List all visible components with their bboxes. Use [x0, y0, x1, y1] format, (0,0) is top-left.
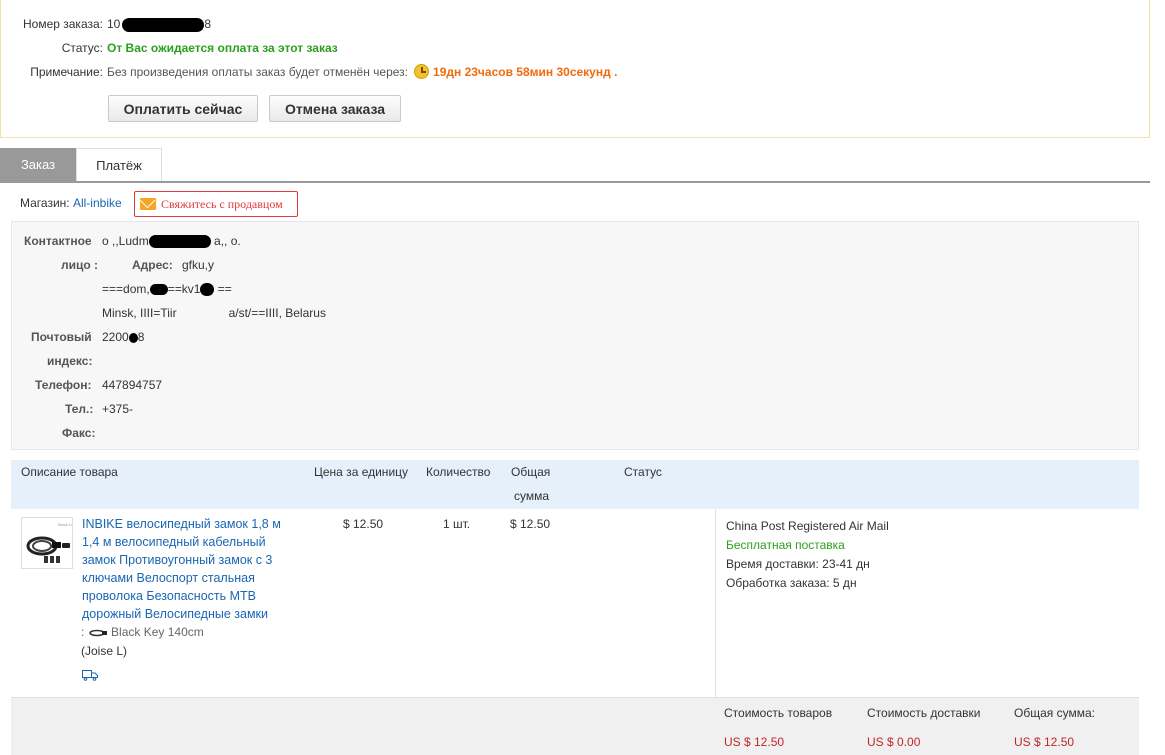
address-line-2-a: ===dom, [102, 282, 150, 296]
product-title-link[interactable]: INBIKE велосипедный замок 1,8 м 1,4 м ве… [82, 515, 297, 623]
contact-seller-label: Свяжитесь с продавцом [161, 196, 283, 211]
address-label: Адрес: [132, 258, 173, 272]
redaction-mark [149, 284, 168, 296]
processing-time: Обработка заказа: 5 дн [726, 576, 857, 590]
truck-icon[interactable] [82, 670, 98, 681]
postal-label: Почтовый [31, 330, 92, 344]
product-sku: : Black Key 140cm (Joise L) [81, 623, 301, 661]
postal-value: 2200 8 [102, 329, 144, 345]
postal-label-2: индекс: [47, 354, 93, 368]
contact-seller-button[interactable]: Свяжитесь с продавцом [134, 191, 298, 217]
bike-lock-image: Black Lor [22, 518, 73, 568]
status-label: Статус: [61, 41, 103, 55]
tel-label: Тел.: [65, 402, 94, 416]
address-line-3: Minsk, IIII=Tiir a/st/==IIII, Belarus [102, 305, 326, 321]
shop-label: Магазин: [20, 196, 70, 210]
envelope-icon [140, 198, 156, 210]
total-price: $ 12.50 [510, 517, 551, 531]
clock-icon [414, 64, 430, 79]
remark-value: Без произведения оплаты заказ будет отме… [107, 64, 617, 80]
contact-value-suffix: a,, o. [214, 234, 241, 248]
cancel-order-button[interactable]: Отмена заказа [269, 95, 401, 122]
phone-value: 447894757 [102, 378, 163, 392]
phone-label: Телефон: [35, 378, 92, 392]
sku-prefix: : [81, 625, 85, 639]
total-sum-label: Общая сумма: [1014, 706, 1095, 720]
order-number-label: Номер заказа: [22, 17, 103, 31]
goods-cost-value: US $ 12.50 [724, 735, 785, 749]
header-total: Общая [511, 465, 551, 479]
shop-name-link[interactable]: All-inbike [73, 196, 122, 210]
contact-value: о ,,Ludm a,, o. [102, 233, 241, 249]
address-line-3-a: Minsk, IIII=Tiir [102, 306, 177, 320]
remark-label: Примечание: [30, 65, 103, 79]
order-summary: Стоимость товаров US $ 12.50 Стоимость д… [11, 698, 1139, 755]
contact-label: Контактное [24, 234, 92, 248]
shipping-method: China Post Registered Air Mail [726, 519, 889, 533]
order-info-panel: Номер заказа: 10 8 Статус: От Вас ожидает… [0, 0, 1150, 138]
goods-cost-label: Стоимость товаров [724, 706, 833, 720]
table-row: Black Lor INBIKE велосипедный замок 1,8 … [11, 509, 1139, 698]
redaction-mark [200, 283, 215, 297]
total-sum-value: US $ 12.50 [1014, 735, 1075, 749]
order-number-prefix: 10 [107, 17, 121, 31]
status-value: От Вас ожидается оплата за этот заказ [107, 41, 338, 55]
shipping-info: China Post Registered Air Mail Бесплатна… [715, 509, 1139, 698]
header-status: Статус [624, 465, 662, 479]
order-number-suffix: 8 [204, 17, 212, 31]
tel-value: +375- [102, 402, 134, 416]
header-total-2: сумма [514, 489, 550, 503]
sku-color-line: : Black Key 140cm [81, 623, 301, 642]
quantity: 1 шт. [443, 517, 471, 531]
remark-text: Без произведения оплаты заказ будет отме… [107, 65, 409, 79]
tab-order[interactable]: Заказ [0, 148, 76, 181]
header-unit-price: Цена за единицу [314, 465, 409, 479]
items-table-header: Описание товара Цена за единицу Количест… [11, 460, 1139, 509]
header-quantity: Количество [426, 465, 491, 479]
postal-value-suffix: 8 [137, 330, 145, 344]
contact-value-prefix: о ,,Ludm [102, 234, 149, 248]
address-line-2-c: == [217, 282, 232, 296]
shop-row: Магазин: All-inbike [20, 196, 122, 210]
countdown-suffix: . [614, 65, 618, 79]
contact-label-2: лицо : [61, 258, 99, 272]
delivery-time: Время доставки: 23-41 дн [726, 557, 870, 571]
sku-color: Black Key 140cm [111, 625, 204, 639]
sku-lock-icon [88, 629, 107, 637]
address-line-2: ===dom, ==kv1 == [102, 281, 232, 297]
product-thumbnail[interactable]: Black Lor [21, 517, 73, 569]
order-number-value: 10 8 [107, 16, 211, 32]
shipping-cost-value: US $ 0.00 [867, 735, 921, 749]
fax-label: Факс: [62, 426, 96, 440]
pay-now-button[interactable]: Оплатить сейчас [108, 95, 258, 122]
countdown-timer: 19дн 23часов 58мин 30секунд [433, 65, 611, 79]
redaction-mark [128, 332, 138, 343]
free-shipping: Бесплатная поставка [726, 538, 845, 552]
postal-value-prefix: 2200 [102, 330, 129, 344]
address-line-3-b: a/st/==IIII, Belarus [228, 306, 326, 320]
redaction-mark [122, 17, 205, 32]
address-line-1: gfku,y [182, 258, 215, 272]
unit-price: $ 12.50 [343, 517, 384, 531]
sku-extra: (Joise L) [81, 644, 128, 658]
shipping-address-panel: Контактное лицо : о ,,Ludm a,, o. Адрес:… [11, 221, 1139, 450]
tab-payment[interactable]: Платёж [76, 148, 162, 181]
svg-text:Black Lor: Black Lor [58, 522, 73, 527]
shipping-cost-label: Стоимость доставки [867, 706, 981, 720]
address-line-2-b: ==kv1 [167, 282, 201, 296]
order-tabs: Заказ Платёж [0, 148, 1150, 183]
redaction-mark [148, 235, 211, 249]
header-description: Описание товара [21, 465, 118, 479]
